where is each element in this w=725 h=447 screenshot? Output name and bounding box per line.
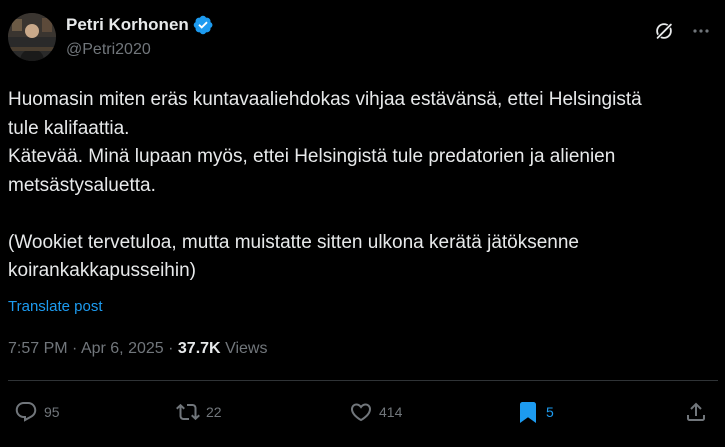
tweet: Petri Korhonen @Petri2020 Huomasin miten… [0, 0, 725, 447]
tweet-text-line: (Wookiet tervetuloa, mutta muistatte sit… [8, 231, 580, 253]
meta-separator: · [72, 340, 78, 357]
like-button[interactable]: 414 [349, 398, 402, 426]
author-name-row: Petri Korhonen [66, 14, 213, 36]
meta-separator: · [168, 340, 174, 357]
share-icon [687, 402, 705, 421]
reply-button[interactable]: 95 [14, 398, 60, 426]
bookmark-count: 5 [546, 404, 554, 420]
tweet-text-line: tule kalifaattia. [8, 117, 130, 139]
tweet-text-line: metsästysaluetta. [8, 174, 156, 196]
post-date[interactable]: Apr 6, 2025 [81, 340, 164, 357]
views-label: Views [225, 340, 268, 357]
tweet-text: Huomasin miten eräs kuntavaaliehdokas vi… [8, 86, 718, 286]
bookmark-button[interactable]: 5 [516, 398, 554, 426]
divider [8, 380, 718, 381]
views-count: 37.7K [177, 340, 221, 357]
repost-icon [176, 403, 200, 421]
tweet-text-line: Kätevää. Minä lupaan myös, ettei Helsing… [8, 146, 616, 167]
like-count: 414 [379, 404, 403, 420]
share-button[interactable] [684, 398, 708, 426]
tweet-text-blank-line [8, 200, 718, 229]
post-time[interactable]: 7:57 PM [8, 340, 68, 357]
author-name[interactable]: Petri Korhonen [66, 15, 189, 35]
avatar[interactable] [8, 13, 56, 61]
post-meta: 7:57 PM · Apr 6, 2025 · 37.7K Views [8, 340, 267, 358]
more-dots-icon[interactable] [691, 21, 711, 41]
author-handle[interactable]: @Petri2020 [66, 41, 151, 59]
bookmark-icon [520, 402, 536, 423]
grok-icon[interactable] [653, 20, 675, 42]
reply-icon [15, 402, 37, 422]
reply-count: 95 [44, 404, 60, 420]
repost-button[interactable]: 22 [176, 398, 222, 426]
avatar-image [8, 13, 56, 61]
tweet-text-line: koirankakkapusseihin) [8, 260, 196, 281]
verified-badge-icon [193, 15, 213, 35]
heart-icon [350, 403, 372, 422]
translate-post-link[interactable]: Translate post [8, 298, 103, 315]
repost-count: 22 [206, 404, 222, 420]
tweet-text-line: Huomasin miten eräs kuntavaaliehdokas vi… [8, 89, 642, 110]
